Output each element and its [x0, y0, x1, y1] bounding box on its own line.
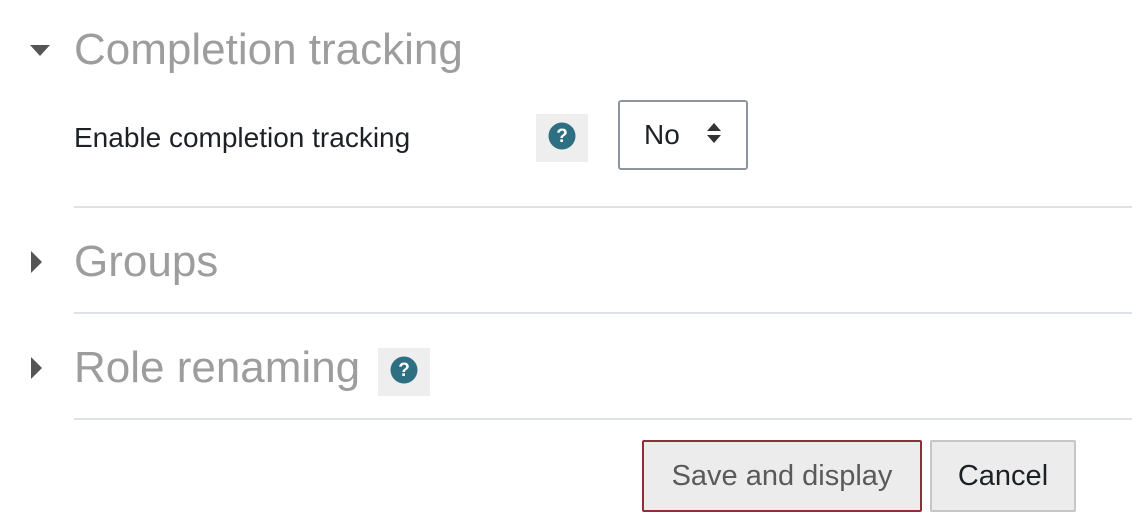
section-title-completion-tracking: Completion tracking: [74, 25, 463, 74]
save-and-display-button[interactable]: Save and display: [642, 440, 922, 512]
section-title-role-renaming: Role renaming: [74, 343, 361, 392]
caret-right-icon[interactable]: [28, 248, 56, 276]
question-circle-icon: ?: [390, 356, 418, 389]
svg-text:?: ?: [398, 360, 410, 381]
section-header-completion-tracking[interactable]: Completion tracking: [28, 28, 463, 72]
section-divider: [74, 206, 1132, 208]
section-divider: [74, 418, 1132, 420]
caret-right-icon[interactable]: [28, 354, 56, 382]
up-down-caret-icon: [706, 119, 722, 151]
section-header-role-renaming[interactable]: Role renaming: [28, 346, 360, 390]
section-title-groups: Groups: [74, 237, 219, 286]
svg-text:?: ?: [556, 126, 568, 147]
question-circle-icon: ?: [548, 122, 576, 155]
section-header-groups[interactable]: Groups: [28, 240, 218, 284]
caret-down-icon[interactable]: [28, 36, 56, 64]
role-renaming-help-button[interactable]: ?: [378, 348, 430, 396]
cancel-button[interactable]: Cancel: [930, 440, 1076, 512]
section-divider: [74, 312, 1132, 314]
select-value: No: [644, 119, 680, 150]
completion-tracking-select[interactable]: No: [618, 100, 748, 170]
completion-help-button[interactable]: ?: [536, 114, 588, 162]
enable-completion-tracking-label: Enable completion tracking: [74, 122, 411, 153]
